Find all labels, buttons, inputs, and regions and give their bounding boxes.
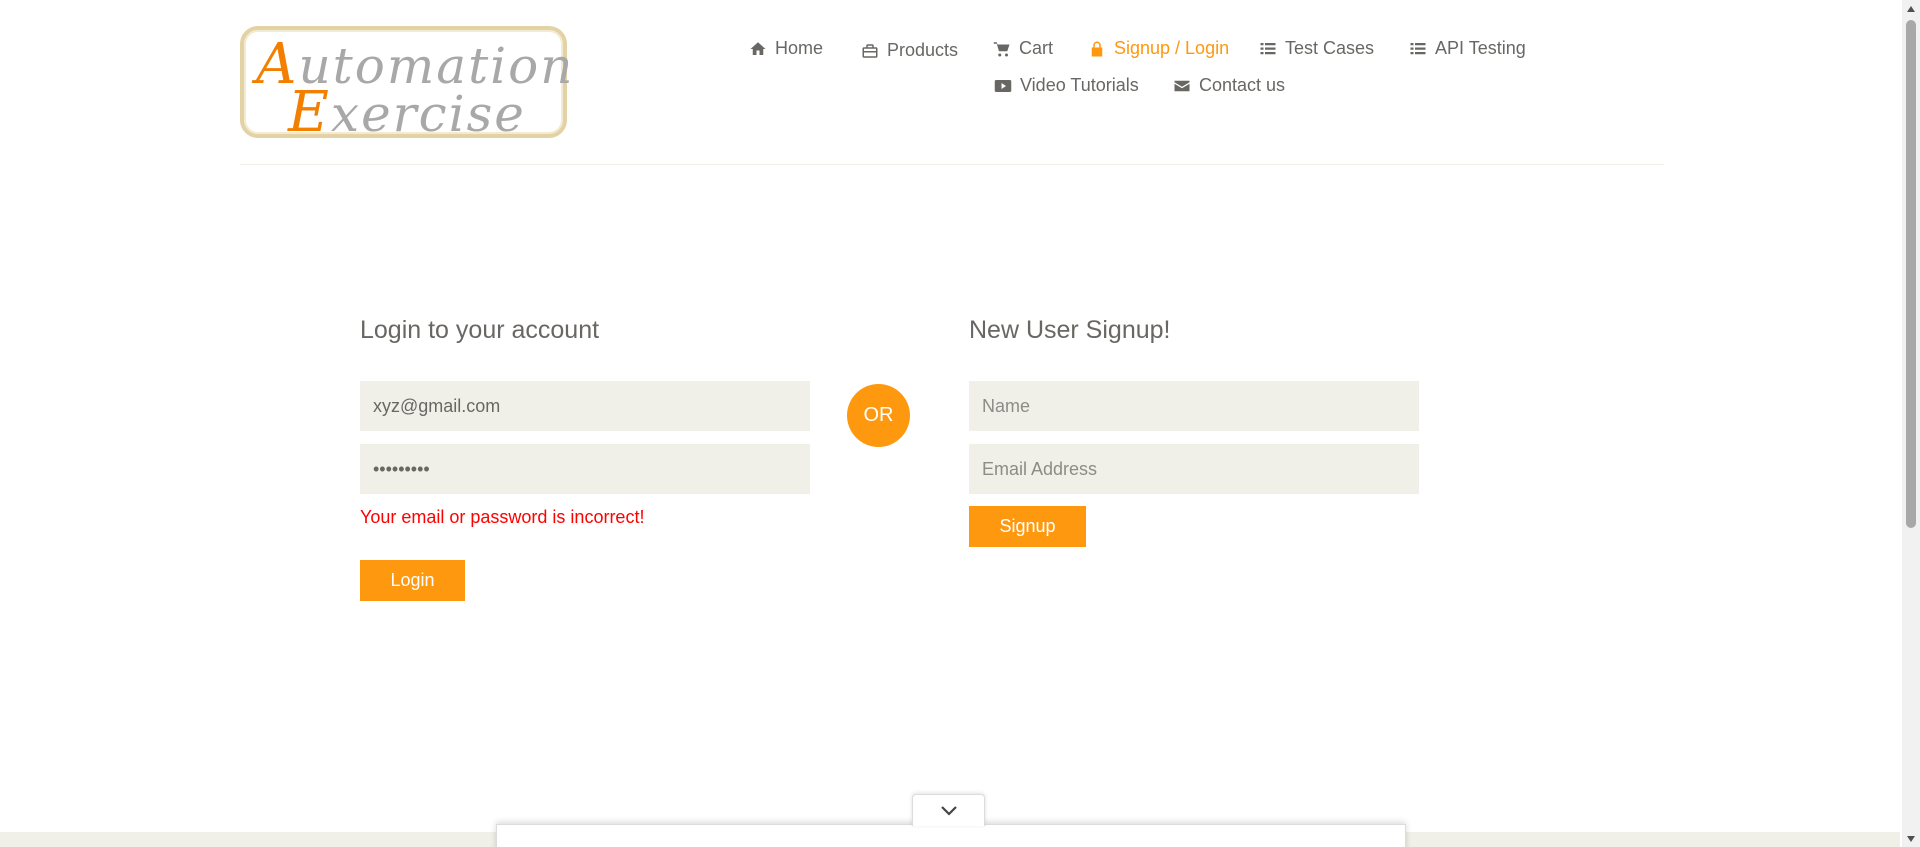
login-button[interactable]: Login — [360, 560, 465, 601]
collapse-panel-button[interactable] — [912, 794, 985, 826]
nav-cart[interactable]: Cart — [993, 38, 1053, 59]
triangle-up-icon — [1907, 5, 1915, 12]
scrollbar-thumb[interactable] — [1906, 20, 1916, 528]
nav-video-tutorials[interactable]: Video Tutorials — [994, 75, 1139, 96]
chevron-down-icon — [940, 805, 957, 816]
nav-signup-login[interactable]: Signup / Login — [1088, 38, 1229, 59]
scroll-up-arrow[interactable] — [1902, 0, 1920, 17]
login-error-message: Your email or password is incorrect! — [360, 507, 645, 527]
nav-test-cases[interactable]: Test Cases — [1259, 38, 1374, 59]
list-icon — [1260, 42, 1276, 54]
youtube-play-icon — [994, 79, 1012, 92]
login-email-field[interactable] — [360, 381, 810, 431]
or-divider: OR — [847, 384, 910, 447]
signup-name-field[interactable] — [969, 381, 1419, 431]
login-password-field[interactable] — [360, 444, 810, 494]
signup-form-title: New User Signup! — [969, 316, 1171, 344]
nav-contact-us[interactable]: Contact us — [1173, 75, 1285, 96]
vertical-scrollbar[interactable] — [1902, 0, 1920, 847]
scroll-down-arrow[interactable] — [1902, 830, 1920, 847]
cart-icon — [993, 41, 1010, 56]
briefcase-icon — [862, 43, 878, 58]
nav-products[interactable]: Products — [861, 40, 958, 61]
nav-home[interactable]: Home — [749, 38, 823, 59]
signup-email-field[interactable] — [969, 444, 1419, 494]
login-form-title: Login to your account — [360, 316, 600, 344]
triangle-down-icon — [1907, 835, 1915, 842]
header-divider — [240, 164, 1664, 165]
main-nav: Home Products Cart Signup / Login Test C… — [0, 38, 1920, 108]
signup-button[interactable]: Signup — [969, 506, 1086, 547]
nav-api-testing[interactable]: API Testing — [1409, 38, 1526, 59]
bottom-panel — [496, 824, 1406, 847]
lock-icon — [1091, 41, 1103, 56]
envelope-icon — [1174, 80, 1190, 91]
list-icon — [1410, 42, 1426, 54]
home-icon — [750, 41, 766, 55]
